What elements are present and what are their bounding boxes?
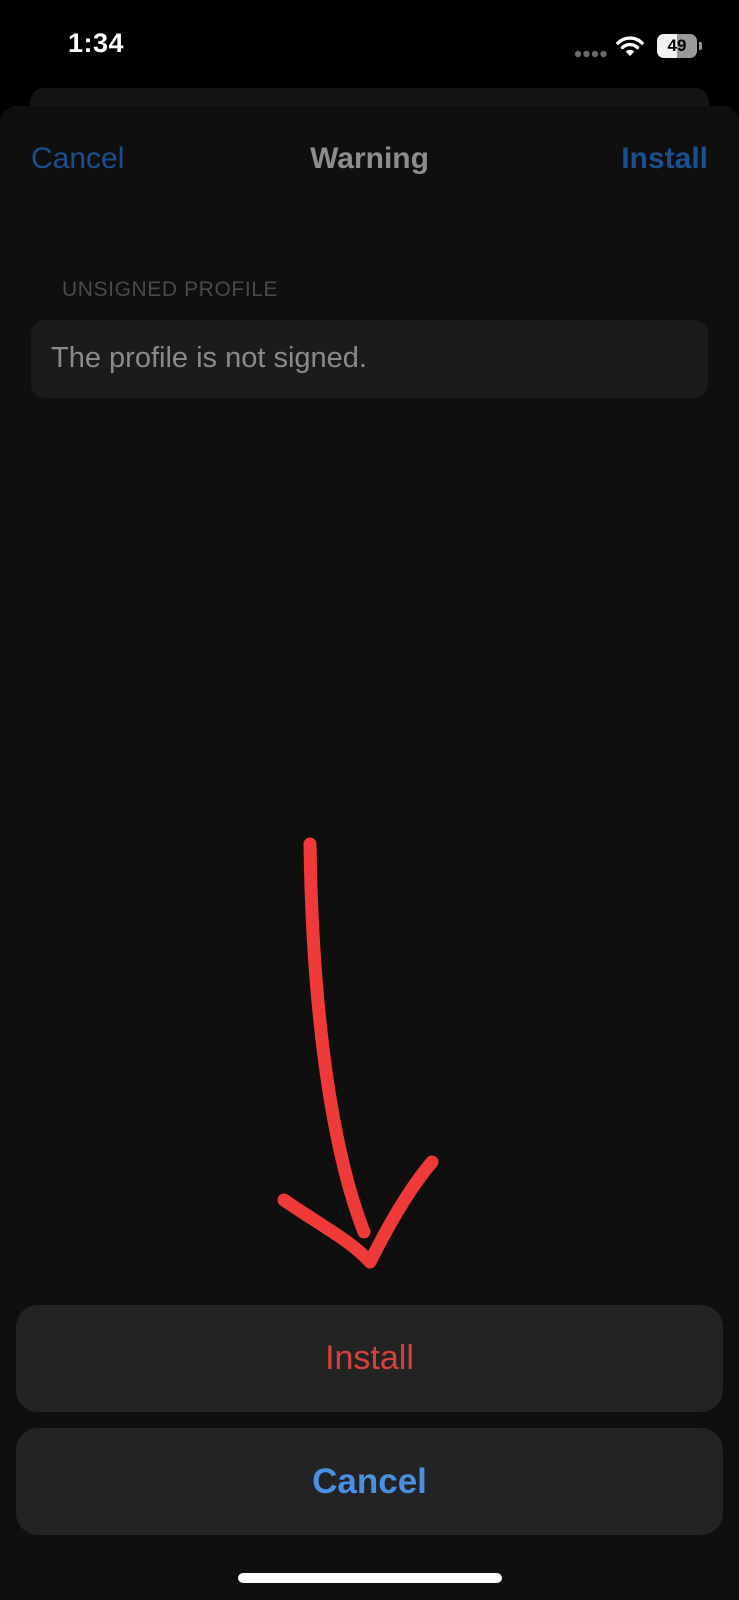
- battery-body: 49: [657, 34, 697, 58]
- cancel-button[interactable]: Cancel: [16, 1428, 723, 1535]
- arrow-shaft: [303, 837, 371, 1239]
- home-indicator: [238, 1573, 502, 1583]
- nav-cancel-button[interactable]: Cancel: [31, 142, 124, 176]
- wifi-icon: [616, 36, 644, 56]
- battery-icon: 49: [657, 34, 703, 58]
- signal-dots-icon: [574, 50, 607, 58]
- battery-tip: [699, 42, 702, 50]
- install-button[interactable]: Install: [16, 1305, 723, 1412]
- nav-install-button[interactable]: Install: [621, 142, 708, 176]
- unsigned-profile-card: The profile is not signed.: [31, 320, 708, 398]
- section-header: UNSIGNED PROFILE: [62, 278, 279, 301]
- red-arrow-annotation-icon: [277, 837, 439, 1269]
- unsigned-profile-message: The profile is not signed.: [51, 342, 367, 374]
- status-bar: 1:34 49: [0, 0, 739, 96]
- battery-level: 49: [667, 36, 687, 55]
- status-time: 1:34: [68, 28, 125, 58]
